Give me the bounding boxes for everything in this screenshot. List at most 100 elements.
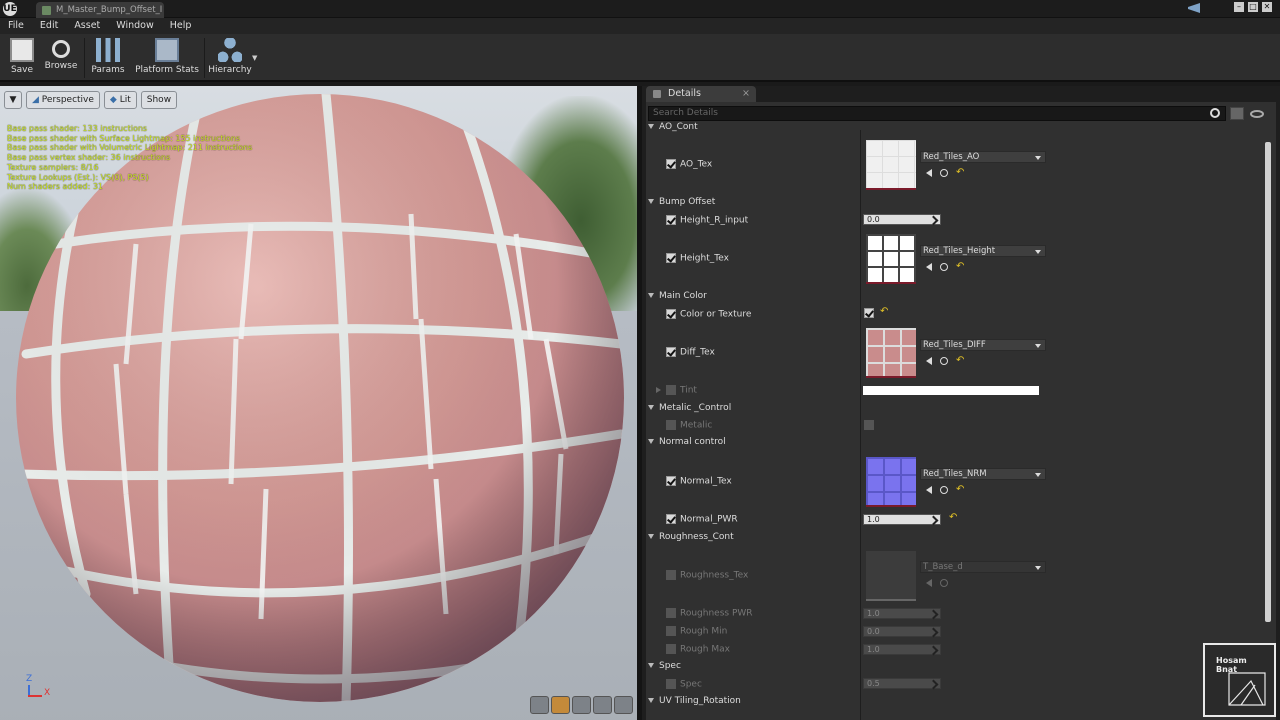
spec-input[interactable]: 0.5 xyxy=(863,678,941,689)
diff-asset-dropdown[interactable]: Red_Tiles_DIFF xyxy=(920,339,1046,351)
use-selected-icon[interactable] xyxy=(926,168,932,177)
close-icon[interactable]: ✕ xyxy=(1262,2,1272,12)
browse-icon[interactable] xyxy=(940,262,948,271)
axis-x-label: X xyxy=(44,688,51,698)
use-selected-icon[interactable] xyxy=(926,485,932,494)
use-selected-icon[interactable] xyxy=(926,262,932,271)
browse-icon[interactable] xyxy=(940,356,948,365)
category-roughness[interactable]: Roughness_Cont xyxy=(648,532,734,542)
menu-edit[interactable]: Edit xyxy=(40,18,58,34)
override-checkbox[interactable] xyxy=(666,626,676,636)
scrollbar-thumb[interactable] xyxy=(1265,142,1271,622)
menu-window[interactable]: Window xyxy=(116,18,153,34)
override-checkbox[interactable] xyxy=(666,679,676,689)
override-checkbox[interactable] xyxy=(666,215,676,225)
height-asset-dropdown[interactable]: Red_Tiles_Height xyxy=(920,245,1046,257)
override-checkbox[interactable] xyxy=(666,385,676,395)
sphere-mesh-button[interactable] xyxy=(551,696,570,714)
viewport-options-dropdown[interactable]: ▼ xyxy=(4,91,22,109)
browse-icon[interactable] xyxy=(940,578,948,587)
reset-icon[interactable]: ↶ xyxy=(949,512,957,523)
asset-tab[interactable]: M_Master_Bump_Offset_I xyxy=(36,2,164,18)
close-icon[interactable]: × xyxy=(742,86,750,102)
maximize-icon[interactable]: □ xyxy=(1248,2,1258,12)
search-input[interactable]: Search Details xyxy=(648,106,1226,121)
property-matrix-icon[interactable] xyxy=(1230,107,1244,120)
unreal-logo-icon[interactable]: UE xyxy=(3,2,17,16)
roughness-texture-thumbnail[interactable] xyxy=(866,551,916,601)
override-checkbox[interactable] xyxy=(666,644,676,654)
ao-texture-thumbnail[interactable] xyxy=(866,140,916,190)
eye-icon[interactable] xyxy=(1250,110,1264,118)
ao-asset-dropdown[interactable]: Red_Tiles_AO xyxy=(920,151,1046,163)
column-divider[interactable] xyxy=(860,130,861,720)
lit-button[interactable]: ◆ Lit xyxy=(103,91,137,109)
minimize-icon[interactable]: – xyxy=(1234,2,1244,12)
override-checkbox[interactable] xyxy=(666,159,676,169)
override-checkbox[interactable] xyxy=(666,347,676,357)
menu-help[interactable]: Help xyxy=(170,18,192,34)
rough-min-input[interactable]: 0.0 xyxy=(863,626,941,637)
category-label: Normal control xyxy=(659,437,726,447)
prop-tint: Tint xyxy=(666,385,697,396)
override-checkbox[interactable] xyxy=(666,570,676,580)
menu-file[interactable]: File xyxy=(8,18,24,34)
reset-icon[interactable]: ↶ xyxy=(956,355,964,366)
reset-icon[interactable]: ↶ xyxy=(880,306,888,317)
prop-metalic: Metalic xyxy=(666,420,712,431)
platform-stats-button[interactable]: Platform Stats xyxy=(134,38,200,80)
browse-icon[interactable] xyxy=(940,168,948,177)
params-button[interactable]: Params xyxy=(90,38,126,80)
category-spec[interactable]: Spec xyxy=(648,661,681,671)
asset-actions: ↶ xyxy=(926,261,976,273)
use-selected-icon[interactable] xyxy=(926,356,932,365)
use-selected-icon[interactable] xyxy=(926,578,932,587)
override-checkbox[interactable] xyxy=(666,309,676,319)
show-button[interactable]: Show xyxy=(140,91,178,109)
perspective-button[interactable]: ◢ Perspective xyxy=(26,91,100,109)
value-checkbox[interactable] xyxy=(864,420,874,430)
category-ao[interactable]: AO_Cont xyxy=(648,122,698,132)
category-normal[interactable]: Normal control xyxy=(648,437,726,447)
height-r-input[interactable]: 0.0 xyxy=(863,214,941,225)
details-tab[interactable]: Details × xyxy=(646,86,756,102)
cylinder-mesh-button[interactable] xyxy=(530,696,549,714)
save-button[interactable]: Save xyxy=(8,38,36,80)
reset-icon[interactable]: ↶ xyxy=(956,167,964,178)
browse-icon[interactable] xyxy=(940,485,948,494)
override-checkbox[interactable] xyxy=(666,514,676,524)
scrollbar[interactable] xyxy=(1265,142,1271,712)
category-main-color[interactable]: Main Color xyxy=(648,291,707,301)
menu-asset[interactable]: Asset xyxy=(74,18,100,34)
height-texture-thumbnail[interactable] xyxy=(866,234,916,284)
search-icon[interactable] xyxy=(1210,108,1220,118)
category-uv-tiling[interactable]: UV Tiling_Rotation xyxy=(648,696,741,706)
override-checkbox[interactable] xyxy=(666,476,676,486)
reset-icon[interactable]: ↶ xyxy=(956,484,964,495)
value-checkbox[interactable] xyxy=(864,308,874,318)
override-checkbox[interactable] xyxy=(666,253,676,263)
browse-button[interactable]: Browse xyxy=(44,38,78,80)
tint-color-swatch[interactable] xyxy=(863,386,1039,395)
roughness-pwr-input[interactable]: 1.0 xyxy=(863,608,941,619)
material-preview-viewport[interactable]: ▼ ◢ Perspective ◆ Lit Show Base pass sha… xyxy=(0,86,637,720)
normal-texture-thumbnail[interactable] xyxy=(866,457,916,507)
override-checkbox[interactable] xyxy=(666,608,676,618)
category-bump-offset[interactable]: Bump Offset xyxy=(648,197,715,207)
override-checkbox[interactable] xyxy=(666,420,676,430)
axis-x-line xyxy=(28,695,42,697)
plane-mesh-button[interactable] xyxy=(572,696,591,714)
diffuse-texture-thumbnail[interactable] xyxy=(866,328,916,378)
reset-icon[interactable]: ↶ xyxy=(956,261,964,272)
roughness-asset-dropdown[interactable]: T_Base_d xyxy=(920,561,1046,573)
cube-mesh-button[interactable] xyxy=(593,696,612,714)
hierarchy-button[interactable]: Hierarchy xyxy=(208,38,252,80)
rough-max-input[interactable]: 1.0 xyxy=(863,644,941,655)
custom-mesh-button[interactable] xyxy=(614,696,633,714)
category-metallic[interactable]: Metalic _Control xyxy=(648,403,731,413)
notification-icon[interactable] xyxy=(1188,3,1200,13)
normal-pwr-input[interactable]: 1.0 xyxy=(863,514,941,525)
normal-asset-dropdown[interactable]: Red_Tiles_NRM xyxy=(920,468,1046,480)
expand-arrow-icon[interactable] xyxy=(656,387,661,393)
hierarchy-dropdown-icon[interactable]: ▼ xyxy=(252,54,257,62)
